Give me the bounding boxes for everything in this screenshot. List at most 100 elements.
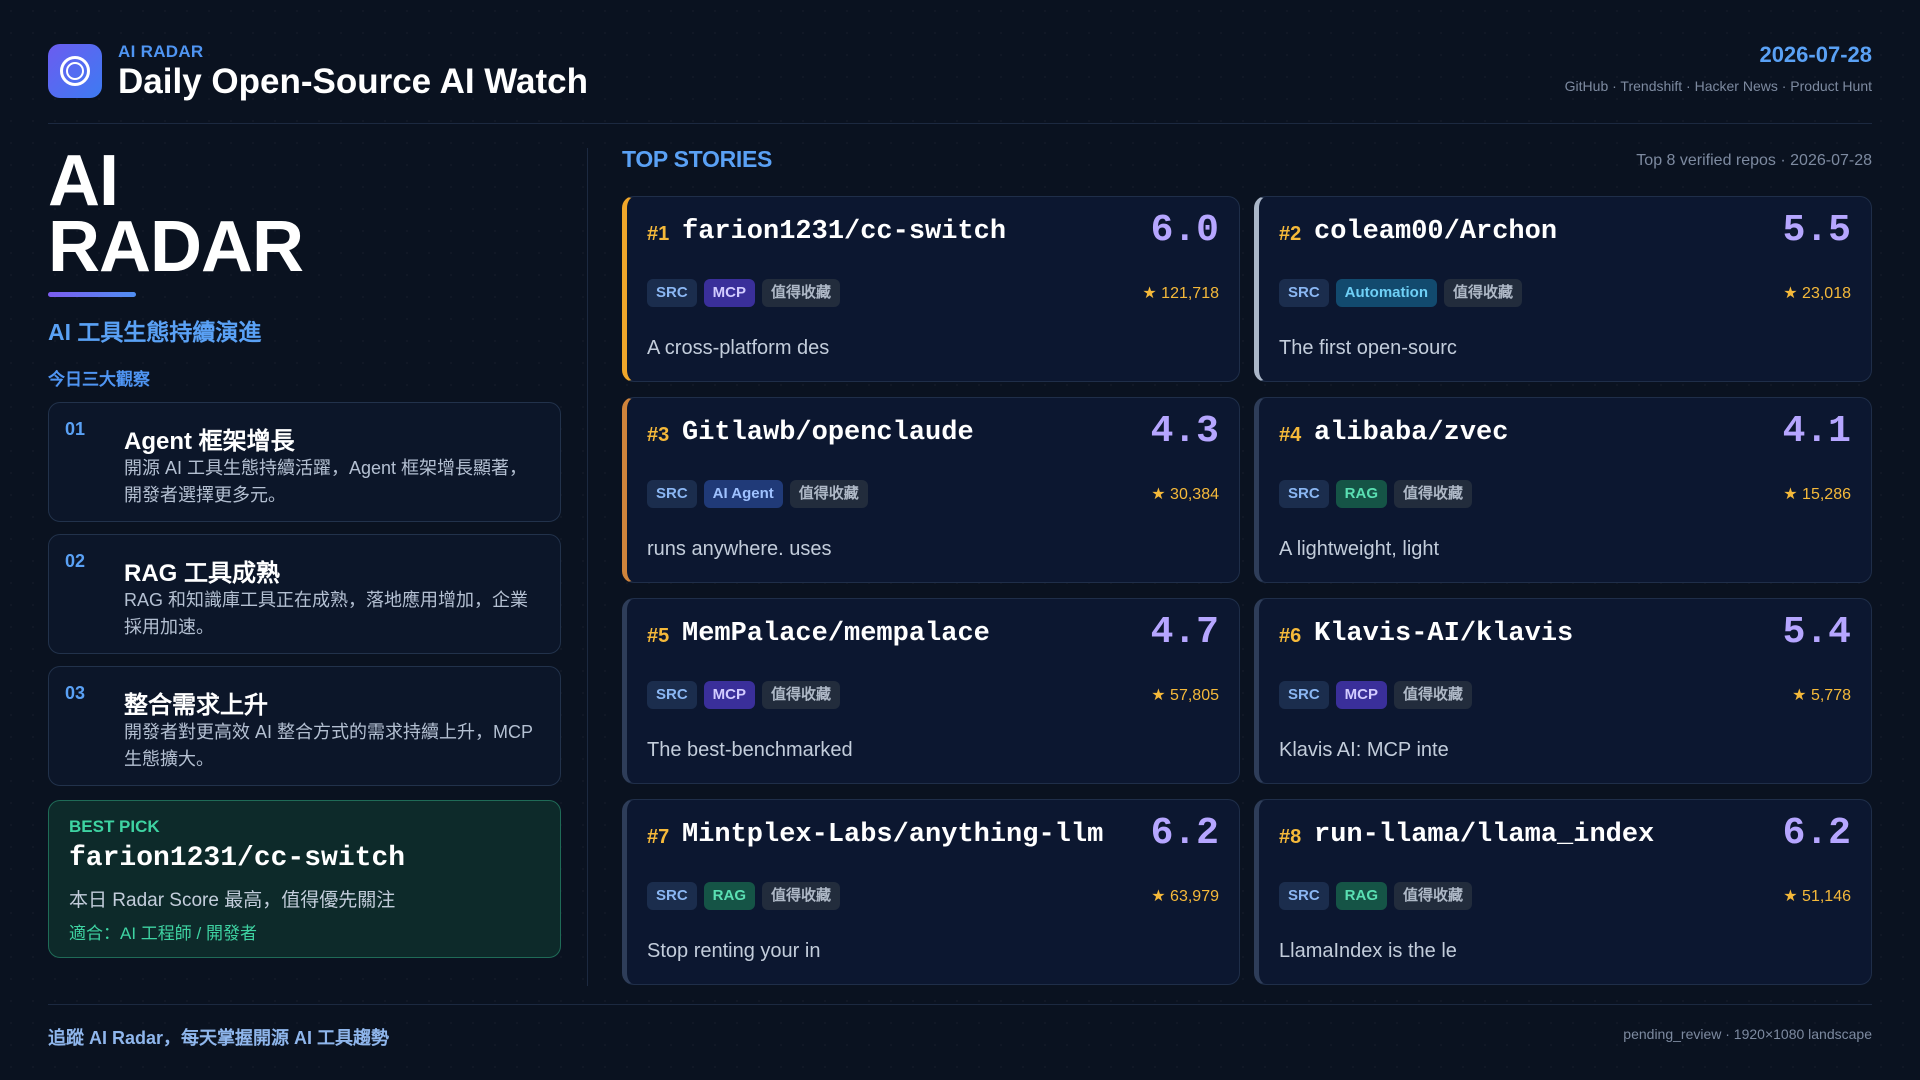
insights-label: 今日三大觀察 bbox=[48, 370, 150, 389]
story-repo[interactable]: farion1231/cc-switch bbox=[682, 217, 1006, 247]
tag-badge: SRC bbox=[1279, 480, 1329, 508]
tag-badge: SRC bbox=[647, 681, 697, 709]
header: AI RADAR Daily Open-Source AI Watch 2026… bbox=[48, 36, 1872, 124]
insight-body: 開源 AI 工具生態持續活躍，Agent 框架增長顯著，開發者選擇更多元。 bbox=[124, 458, 528, 505]
story-score: 5.5 bbox=[1782, 209, 1851, 252]
story-tags: SRC Automation 值得收藏 bbox=[1279, 279, 1523, 307]
column-divider bbox=[587, 148, 588, 986]
tag-badge: 值得收藏 bbox=[762, 882, 841, 910]
story-description: A cross-platform des bbox=[647, 337, 830, 359]
star-count: ★ 121,718 bbox=[1142, 285, 1219, 302]
story-card[interactable]: #5 MemPalace/mempalace 4.7 SRC MCP 值得收藏 … bbox=[622, 598, 1240, 784]
stories-grid: #1 farion1231/cc-switch 6.0 SRC MCP 值得收藏… bbox=[622, 196, 1872, 986]
story-repo[interactable]: run-llama/llama_index bbox=[1314, 820, 1654, 850]
tag-badge: 值得收藏 bbox=[1394, 480, 1473, 508]
story-tags: SRC MCP 值得收藏 bbox=[1279, 681, 1473, 709]
tag-badge: SRC bbox=[1279, 882, 1329, 910]
tag-badge: SRC bbox=[647, 882, 697, 910]
tag-badge: RAG bbox=[703, 882, 756, 910]
story-rank: #8 bbox=[1279, 826, 1302, 848]
story-description: Klavis AI: MCP inte bbox=[1279, 739, 1449, 761]
tag-badge: Automation bbox=[1335, 279, 1437, 307]
brand-label: AI RADAR bbox=[118, 42, 204, 61]
tag-badge: MCP bbox=[703, 681, 756, 709]
section-title: TOP STORIES bbox=[622, 146, 773, 172]
tag-badge: SRC bbox=[1279, 279, 1329, 307]
story-card[interactable]: #7 Mintplex-Labs/anything-llm 6.2 SRC RA… bbox=[622, 799, 1240, 985]
tag-badge: 值得收藏 bbox=[762, 279, 841, 307]
story-description: A lightweight, light bbox=[1279, 538, 1440, 560]
story-score: 4.7 bbox=[1150, 611, 1219, 654]
insight-card[interactable]: 01 Agent 框架增長 開源 AI 工具生態持續活躍，Agent 框架增長顯… bbox=[48, 402, 561, 522]
story-rank: #6 bbox=[1279, 625, 1302, 647]
story-rank: #2 bbox=[1279, 223, 1302, 245]
tag-badge: MCP bbox=[703, 279, 756, 307]
story-repo[interactable]: Klavis-AI/klavis bbox=[1314, 619, 1573, 649]
star-count: ★ 5,778 bbox=[1792, 687, 1851, 704]
radar-icon bbox=[48, 44, 102, 98]
story-score: 6.0 bbox=[1150, 209, 1219, 252]
story-description: LlamaIndex is the le bbox=[1279, 940, 1457, 962]
tag-badge: RAG bbox=[1335, 480, 1388, 508]
story-score: 6.2 bbox=[1150, 812, 1219, 855]
footer-tagline: 追蹤 AI Radar，每天掌握開源 AI 工具趨勢 bbox=[48, 1028, 390, 1048]
star-count: ★ 30,384 bbox=[1151, 486, 1219, 503]
insight-title: RAG 工具成熟 bbox=[124, 560, 280, 587]
tag-badge: SRC bbox=[647, 279, 697, 307]
story-card[interactable]: #2 coleam00/Archon 5.5 SRC Automation 值得… bbox=[1254, 196, 1872, 382]
story-rank: #1 bbox=[647, 223, 670, 245]
story-repo[interactable]: MemPalace/mempalace bbox=[682, 619, 990, 649]
story-repo[interactable]: alibaba/zvec bbox=[1314, 418, 1508, 448]
tag-badge: 值得收藏 bbox=[1394, 681, 1473, 709]
story-repo[interactable]: coleam00/Archon bbox=[1314, 217, 1557, 247]
story-score: 6.2 bbox=[1782, 812, 1851, 855]
page-title: Daily Open-Source AI Watch bbox=[118, 62, 588, 101]
best-pick-audience: 適合：AI 工程師 / 開發者 bbox=[69, 924, 257, 943]
insight-card[interactable]: 02 RAG 工具成熟 RAG 和知識庫工具正在成熟，落地應用增加，企業採用加速… bbox=[48, 534, 561, 654]
story-card[interactable]: #4 alibaba/zvec 4.1 SRC RAG 值得收藏 ★ 15,28… bbox=[1254, 397, 1872, 583]
story-card[interactable]: #8 run-llama/llama_index 6.2 SRC RAG 值得收… bbox=[1254, 799, 1872, 985]
report-date: 2026-07-28 bbox=[1759, 42, 1872, 67]
footer-divider bbox=[48, 1004, 1872, 1005]
footer-status: pending_review · 1920×1080 landscape bbox=[1623, 1026, 1872, 1042]
story-tags: SRC AI Agent 值得收藏 bbox=[647, 480, 868, 508]
left-panel: AI RADAR AI 工具生態持續演進 今日三大觀察 01 Agent 框架增… bbox=[48, 141, 561, 988]
story-card[interactable]: #1 farion1231/cc-switch 6.0 SRC MCP 值得收藏… bbox=[622, 196, 1240, 382]
hero-line-1: AI bbox=[48, 141, 119, 221]
story-tags: SRC RAG 值得收藏 bbox=[1279, 480, 1473, 508]
star-count: ★ 15,286 bbox=[1783, 486, 1851, 503]
hero-line-2: RADAR bbox=[48, 207, 304, 287]
story-score: 5.4 bbox=[1782, 611, 1851, 654]
insight-title: Agent 框架增長 bbox=[124, 428, 295, 455]
story-tags: SRC RAG 值得收藏 bbox=[647, 882, 841, 910]
story-repo[interactable]: Mintplex-Labs/anything-llm bbox=[682, 820, 1103, 850]
insight-body: RAG 和知識庫工具正在成熟，落地應用增加，企業採用加速。 bbox=[124, 590, 529, 637]
story-card[interactable]: #3 Gitlawb/openclaude 4.3 SRC AI Agent 值… bbox=[622, 397, 1240, 583]
star-count: ★ 23,018 bbox=[1783, 285, 1851, 302]
story-description: Stop renting your in bbox=[647, 940, 821, 962]
tag-badge: RAG bbox=[1335, 882, 1388, 910]
tag-badge: MCP bbox=[1335, 681, 1388, 709]
insight-title: 整合需求上升 bbox=[124, 692, 268, 719]
story-score: 4.1 bbox=[1782, 410, 1851, 453]
hero-title: AI RADAR bbox=[48, 141, 561, 287]
best-pick-card[interactable]: BEST PICK farion1231/cc-switch 本日 Radar … bbox=[48, 800, 561, 958]
story-tags: SRC MCP 值得收藏 bbox=[647, 279, 841, 307]
story-tags: SRC RAG 值得收藏 bbox=[1279, 882, 1473, 910]
star-count: ★ 63,979 bbox=[1151, 888, 1219, 905]
insight-number: 03 bbox=[65, 683, 86, 703]
insight-card[interactable]: 03 整合需求上升 開發者對更高效 AI 整合方式的需求持續上升，MCP 生態擴… bbox=[48, 666, 561, 786]
story-card[interactable]: #6 Klavis-AI/klavis 5.4 SRC MCP 值得收藏 ★ 5… bbox=[1254, 598, 1872, 784]
story-rank: #3 bbox=[647, 424, 670, 446]
story-description: The best-benchmarked bbox=[647, 739, 853, 761]
story-score: 4.3 bbox=[1150, 410, 1219, 453]
best-pick-label: BEST PICK bbox=[69, 817, 160, 836]
tag-badge: AI Agent bbox=[703, 480, 783, 508]
tag-badge: SRC bbox=[1279, 681, 1329, 709]
story-repo[interactable]: Gitlawb/openclaude bbox=[682, 418, 974, 448]
tag-badge: 值得收藏 bbox=[789, 480, 868, 508]
star-count: ★ 57,805 bbox=[1151, 687, 1219, 704]
star-count: ★ 51,146 bbox=[1783, 888, 1851, 905]
best-pick-repo[interactable]: farion1231/cc-switch bbox=[69, 843, 405, 874]
story-description: runs anywhere. uses bbox=[647, 538, 832, 560]
